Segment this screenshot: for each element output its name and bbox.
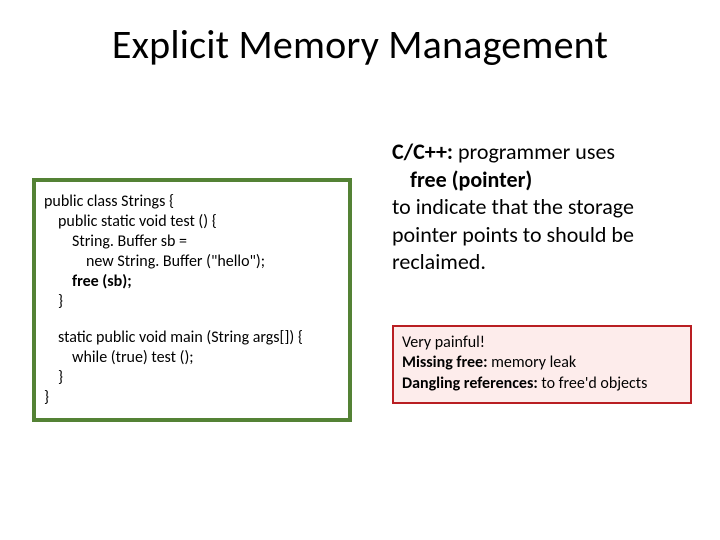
- right-line: to indicate that the storage: [392, 193, 692, 221]
- right-line: pointer points to should be: [392, 221, 692, 249]
- code-blank: [44, 312, 340, 328]
- code-line: static public void main (String args[]) …: [44, 328, 340, 348]
- right-line: C/C++: programmer uses: [392, 138, 692, 166]
- code-line: free (sb);: [44, 272, 340, 292]
- pain-line: Missing free: memory leak: [402, 353, 682, 373]
- code-line: new String. Buffer ("hello");: [44, 252, 340, 272]
- code-line: String. Buffer sb =: [44, 232, 340, 252]
- right-line: free (pointer): [392, 166, 692, 194]
- right-line: reclaimed.: [392, 248, 692, 276]
- code-box: public class Strings { public static voi…: [32, 178, 352, 422]
- pain-box: Very painful! Missing free: memory leak …: [392, 325, 692, 404]
- code-line: while (true) test ();: [44, 348, 340, 368]
- code-line: }: [44, 388, 340, 408]
- right-text: C/C++: programmer uses free (pointer) to…: [392, 138, 692, 276]
- code-line: }: [44, 368, 340, 388]
- pain-line: Very painful!: [402, 333, 682, 353]
- code-line: public static void test () {: [44, 212, 340, 232]
- slide: Explicit Memory Management public class …: [0, 0, 720, 540]
- slide-title: Explicit Memory Management: [0, 20, 720, 69]
- code-line: }: [44, 292, 340, 312]
- pain-line: Dangling references: to free'd objects: [402, 374, 682, 394]
- code-line: public class Strings {: [44, 192, 340, 212]
